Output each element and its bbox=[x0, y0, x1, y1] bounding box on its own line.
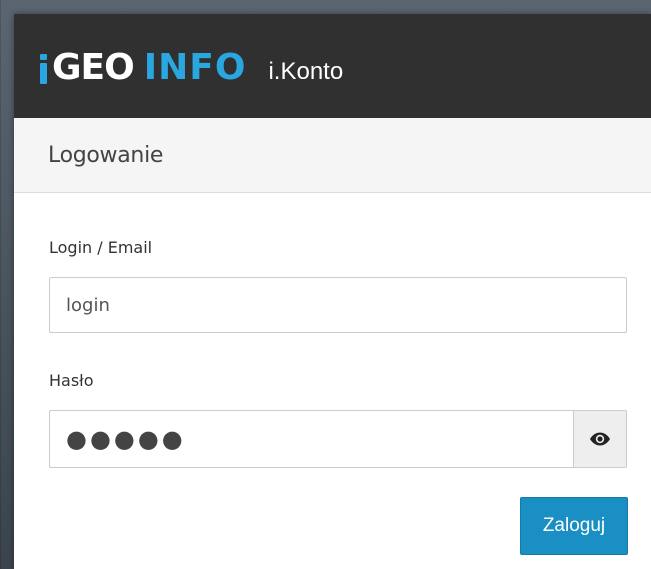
eye-icon bbox=[590, 432, 610, 446]
logo-text-info: INFO bbox=[143, 47, 247, 88]
password-label: Hasło bbox=[49, 371, 94, 390]
geoinfo-logo: GEO INFO i.Konto bbox=[40, 45, 343, 91]
page-title: Logowanie bbox=[48, 142, 164, 168]
login-input[interactable] bbox=[49, 277, 627, 333]
password-input-group bbox=[49, 410, 627, 468]
logo-text-geo: GEO bbox=[52, 47, 135, 88]
panel-heading: Logowanie bbox=[14, 118, 651, 193]
app-header: GEO INFO i.Konto bbox=[14, 14, 651, 118]
login-card: GEO INFO i.Konto Logowanie Login / Email… bbox=[14, 14, 651, 569]
login-label: Login / Email bbox=[49, 238, 153, 257]
logo-mark-icon bbox=[40, 54, 48, 84]
app-name: i.Konto bbox=[268, 58, 344, 85]
password-input[interactable] bbox=[49, 410, 573, 468]
show-password-button[interactable] bbox=[573, 410, 627, 468]
login-button[interactable]: Zaloguj bbox=[520, 497, 628, 555]
